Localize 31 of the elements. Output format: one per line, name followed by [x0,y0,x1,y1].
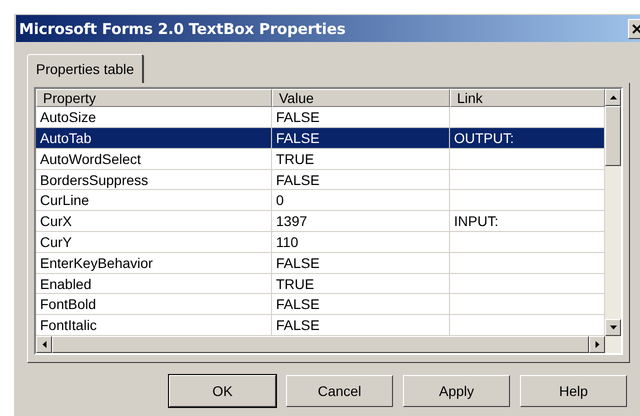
column-header[interactable]: Value [272,89,450,108]
scroll-thumb[interactable] [605,106,621,166]
up-arrow-icon [610,94,616,101]
vertical-scrollbar[interactable] [605,89,621,336]
dialog-button[interactable]: Help [520,375,627,407]
dialog-button[interactable]: Cancel [286,375,393,407]
column-header[interactable]: Link [450,89,605,108]
left-arrow-icon [40,341,48,348]
table-row[interactable]: AutoTab FALSE OUTPUT: [36,128,605,149]
scroll-down-button[interactable] [605,319,621,336]
window-title: Microsoft Forms 2.0 TextBox Properties [19,20,346,38]
close-icon [632,24,640,34]
scroll-up-button[interactable] [605,89,621,106]
dialog-button[interactable]: Apply [403,375,510,407]
down-arrow-icon [610,324,616,331]
table-row[interactable]: FontBold FALSE [36,294,605,316]
scroll-left-button[interactable] [36,336,52,353]
table-row[interactable]: AutoWordSelect TRUE [36,148,605,170]
table-row[interactable]: CurLine 0 [36,190,605,212]
table-row[interactable]: CurY 110 [36,232,605,253]
table-row[interactable]: EnterKeyBehavior FALSE [36,252,605,274]
scroll-right-button[interactable] [589,336,606,353]
table-row[interactable]: Enabled TRUE [36,274,605,294]
tab[interactable]: Properties table [27,54,144,83]
right-arrow-icon [594,341,601,348]
table-row[interactable]: FontItalic FALSE [36,315,605,336]
table-row[interactable]: BordersSuppress FALSE [36,170,605,190]
dialog-button[interactable]: OK [169,375,276,407]
table-row[interactable]: CurX 1397 INPUT: [36,211,605,232]
table-row[interactable]: AutoSize FALSE [36,107,605,128]
column-header[interactable]: Property [36,89,272,108]
